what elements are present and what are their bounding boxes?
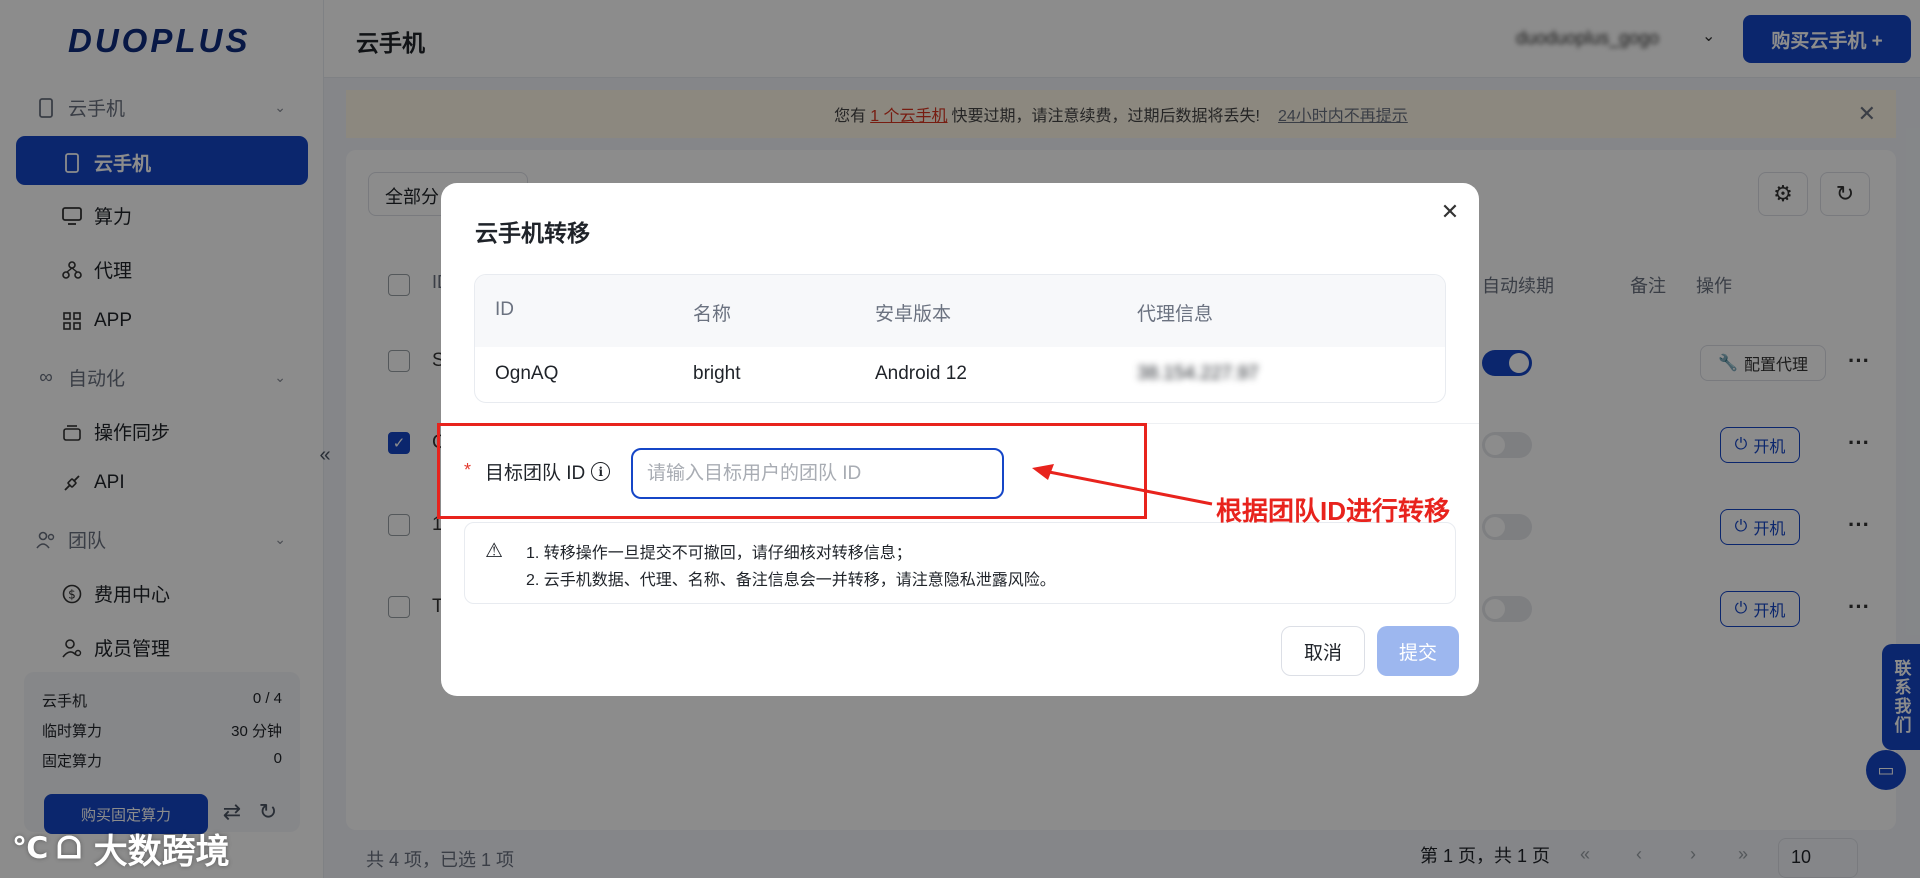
column-header-android: 安卓版本 <box>875 304 952 325</box>
transfer-info-table: ID 名称 安卓版本 代理信息 OgnAQ bright Android 12 … <box>474 274 1446 403</box>
watermark-logo: ℃ ⁠ᗝ <box>12 832 82 865</box>
dialog-title: 云手机转移 <box>475 220 590 246</box>
column-header-proxy: 代理信息 <box>1137 304 1214 325</box>
warning-line-2: 2. 云手机数据、代理、名称、备注信息会一并转移，请注意隐私泄露风险。 <box>526 572 1056 589</box>
cell-id: OgnAQ <box>495 363 559 384</box>
annotation-text: 根据团队ID进行转移 <box>1216 496 1451 526</box>
submit-button[interactable]: 提交 <box>1377 626 1459 676</box>
cell-android-version: Android 12 <box>875 363 967 384</box>
column-header-id: ID <box>495 299 514 320</box>
warning-box: ⚠ 1. 转移操作一旦提交不可撤回，请仔细核对转移信息； 2. 云手机数据、代理… <box>464 522 1456 604</box>
warning-icon: ⚠ <box>485 540 503 562</box>
watermark-text: 大数跨境 <box>93 833 230 871</box>
cell-proxy-info: 38.154.227.97 <box>1137 363 1259 384</box>
watermark: ℃ ⁠ᗝ 大数跨境 <box>12 824 230 873</box>
cell-name: bright <box>693 363 741 384</box>
close-icon[interactable]: ✕ <box>1436 198 1464 226</box>
table-header-row: ID 名称 安卓版本 代理信息 <box>475 275 1445 347</box>
warning-line-1: 1. 转移操作一旦提交不可撤回，请仔细核对转移信息； <box>526 545 912 562</box>
column-header-name: 名称 <box>693 304 732 325</box>
annotation-arrow <box>1032 464 1213 506</box>
cancel-button[interactable]: 取消 <box>1281 626 1365 676</box>
